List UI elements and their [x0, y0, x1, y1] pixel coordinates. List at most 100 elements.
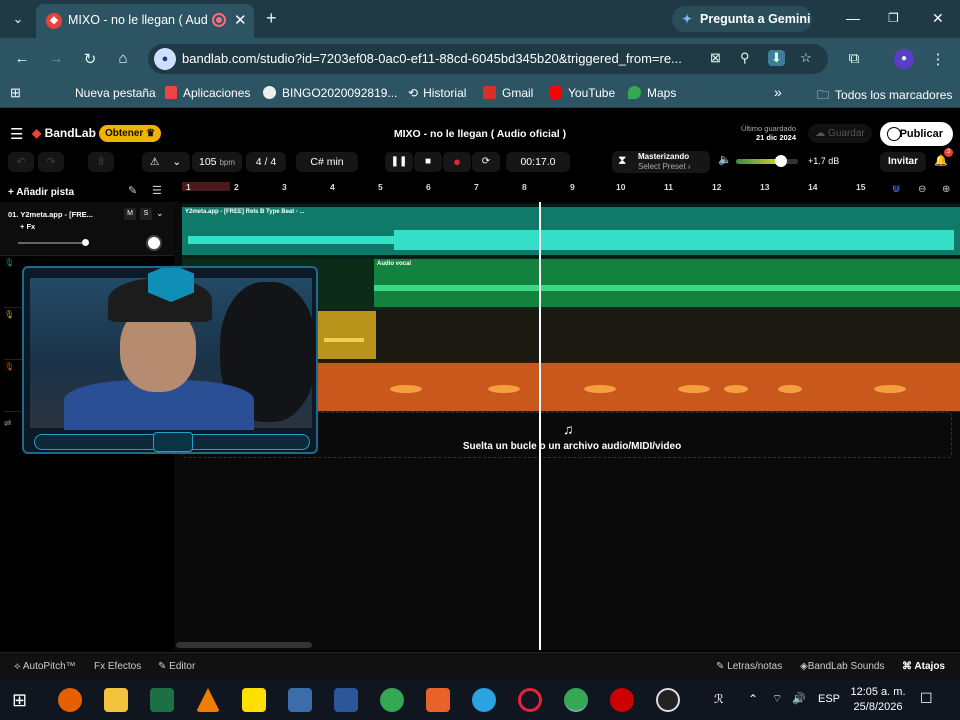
mute-button[interactable]: M	[124, 208, 136, 220]
bookmark-bingo[interactable]: BINGO2020092819...	[263, 86, 397, 100]
shortcuts-button[interactable]: ⌘ Atajos	[902, 661, 945, 672]
bookmark-youtube[interactable]: YouTube	[549, 86, 615, 100]
close-window-icon[interactable]: ✕	[932, 10, 944, 27]
clip-vocal[interactable]: Audio vocal	[374, 259, 960, 307]
obs-icon[interactable]	[656, 688, 680, 712]
language-indicator[interactable]: ESP	[818, 693, 840, 705]
obtener-membership-button[interactable]: Obtener ♛	[99, 125, 161, 142]
snap-magnet-icon[interactable]: ⋓	[892, 184, 900, 195]
horizontal-scrollbar[interactable]	[176, 642, 312, 648]
more-bookmarks-icon[interactable]: »	[774, 84, 782, 100]
hamburger-menu-icon[interactable]: ☰	[10, 125, 23, 143]
mastering-button[interactable]: ⧗ Masterizando Select Preset ›	[612, 151, 710, 173]
track-pan-knob[interactable]	[146, 235, 162, 251]
new-tab-button[interactable]: +	[266, 8, 277, 29]
track-volume-slider[interactable]	[18, 242, 86, 244]
track-volume-knob[interactable]	[82, 239, 89, 246]
notification-center-icon[interactable]: ☐	[920, 690, 933, 707]
browser-tab[interactable]: ◆ MIXO - no le llegan ( Audio ✕	[36, 4, 254, 38]
bookmark-gmail[interactable]: Gmail	[483, 86, 533, 100]
media-player-icon[interactable]	[242, 688, 266, 712]
all-bookmarks-folder[interactable]: 🗀 Todos los marcadores	[817, 86, 952, 107]
loop-button[interactable]: ⟳	[472, 152, 500, 172]
track-header-1[interactable]: 01. Y2meta.app - [FRE... + Fx M S ⌄	[0, 202, 174, 256]
track-1-name[interactable]: 01. Y2meta.app - [FRE...	[8, 210, 93, 219]
word-icon[interactable]	[334, 688, 358, 712]
tempo-field[interactable]: 105 bpm	[192, 152, 242, 172]
minimize-window-icon[interactable]: —	[846, 10, 860, 26]
bandlab-sounds-button[interactable]: ◈BandLab Sounds	[800, 661, 884, 672]
speaker-icon[interactable]: 🔈	[718, 153, 732, 166]
excel-icon[interactable]	[150, 688, 174, 712]
record-button[interactable]: ●	[443, 152, 471, 172]
taskbar-clock[interactable]: 12:05 a. m. 25/8/2026	[846, 685, 910, 715]
add-track-button[interactable]: + Añadir pista	[8, 184, 86, 202]
effects-button[interactable]: Fx Efectos	[94, 661, 141, 672]
redo-icon[interactable]: ↷	[38, 152, 64, 172]
timeline-ruler[interactable]: 1 2 3 4 5 6 7 8 9 10 11 12 13 14 15 ⋓ ⊖ …	[182, 180, 960, 202]
tab-search-icon[interactable]: ⌄	[8, 9, 28, 29]
key-field[interactable]: C# min	[296, 152, 358, 172]
invite-button[interactable]: Invitar	[880, 152, 926, 172]
volume-knob[interactable]	[774, 155, 787, 167]
publish-button[interactable]: Publicar	[880, 122, 953, 146]
editor-button[interactable]: ✎ Editor	[158, 661, 195, 672]
track-expand-chevron-icon[interactable]: ⌄	[156, 208, 164, 219]
clip-orange[interactable]	[314, 363, 960, 411]
volume-icon[interactable]: 🔊	[792, 692, 806, 705]
playhead[interactable]	[539, 202, 541, 650]
lyrics-button[interactable]: ✎ Letras/notas	[716, 661, 782, 672]
reload-icon[interactable]: ↻	[80, 50, 100, 68]
solo-button[interactable]: S	[140, 208, 152, 220]
recorder-icon[interactable]	[610, 688, 634, 712]
bandlab-logo[interactable]: ◆ BandLab	[32, 126, 96, 140]
file-explorer-icon[interactable]	[104, 688, 128, 712]
autopitch-button[interactable]: ⟡ AutoPitch™	[14, 661, 76, 672]
camera-blocked-icon[interactable]: ⊠	[710, 50, 721, 66]
install-app-icon[interactable]: ⬇	[768, 50, 785, 66]
tab-close-button[interactable]: ✕	[234, 11, 247, 29]
firefox-icon[interactable]	[58, 688, 82, 712]
automation-icon[interactable]: ⇌	[4, 418, 12, 429]
tray-chevron-icon[interactable]: ⌃	[748, 692, 758, 706]
bookmark-aplicaciones[interactable]: Aplicaciones	[165, 86, 250, 100]
fl-studio-icon[interactable]	[426, 688, 450, 712]
home-icon[interactable]: ⌂	[113, 50, 133, 67]
restore-window-icon[interactable]: ❐	[888, 11, 899, 25]
project-title[interactable]: MIXO - no le llegan ( Audio oficial )	[340, 128, 620, 140]
undo-icon[interactable]: ↶	[8, 152, 34, 172]
network-icon[interactable]: ⌔	[772, 692, 782, 706]
gemini-button[interactable]: ✦ Pregunta a Gemini	[672, 6, 812, 32]
zoom-icon[interactable]: ⚲	[740, 50, 750, 66]
metronome-button[interactable]: ⚠ ⌄	[142, 152, 190, 172]
bookmark-nueva-pestana[interactable]: Nueva pestaña	[75, 86, 156, 100]
stop-button[interactable]: ■	[414, 152, 442, 172]
chrome-icon[interactable]	[380, 688, 404, 712]
windows-start-icon[interactable]: ⊞	[12, 688, 36, 712]
opera-icon[interactable]	[518, 688, 542, 712]
save-button[interactable]: ☁ Guardar	[808, 124, 872, 143]
pause-button[interactable]: ❚❚	[385, 152, 413, 172]
zoom-out-icon[interactable]: ⊖	[918, 184, 926, 195]
vlc-icon[interactable]	[196, 688, 220, 712]
time-signature-field[interactable]: 4 / 4	[246, 152, 286, 172]
track-1-fx[interactable]: + Fx	[20, 222, 35, 231]
bookmark-maps[interactable]: Maps	[628, 86, 676, 100]
extensions-icon[interactable]: ⧉	[844, 50, 864, 67]
zoom-in-icon[interactable]: ⊕	[942, 184, 950, 195]
apps-grid-icon[interactable]: ⊞	[10, 85, 21, 101]
telegram-icon[interactable]	[472, 688, 496, 712]
track-settings-icon[interactable]: ☰	[152, 184, 162, 197]
menu-dots-icon[interactable]: ⋮	[928, 50, 948, 68]
people-icon[interactable]: ℛ	[714, 692, 724, 706]
bookmark-star-icon[interactable]: ☆	[800, 50, 812, 66]
profile-avatar[interactable]: ●	[894, 49, 914, 69]
back-icon[interactable]: ←	[12, 50, 32, 67]
forward-icon[interactable]: →	[46, 50, 66, 67]
site-info-mic-icon[interactable]: ●	[154, 48, 176, 70]
address-bar[interactable]: ● bandlab.com/studio?id=7203ef08-0ac0-ef…	[148, 44, 828, 74]
clip-yellow[interactable]	[314, 311, 376, 359]
chrome-active-icon[interactable]	[564, 688, 588, 712]
clip-beat[interactable]: Y2meta.app - [FREE] Rels B Type Beat - .…	[182, 207, 960, 255]
master-volume-slider[interactable]	[736, 155, 798, 167]
